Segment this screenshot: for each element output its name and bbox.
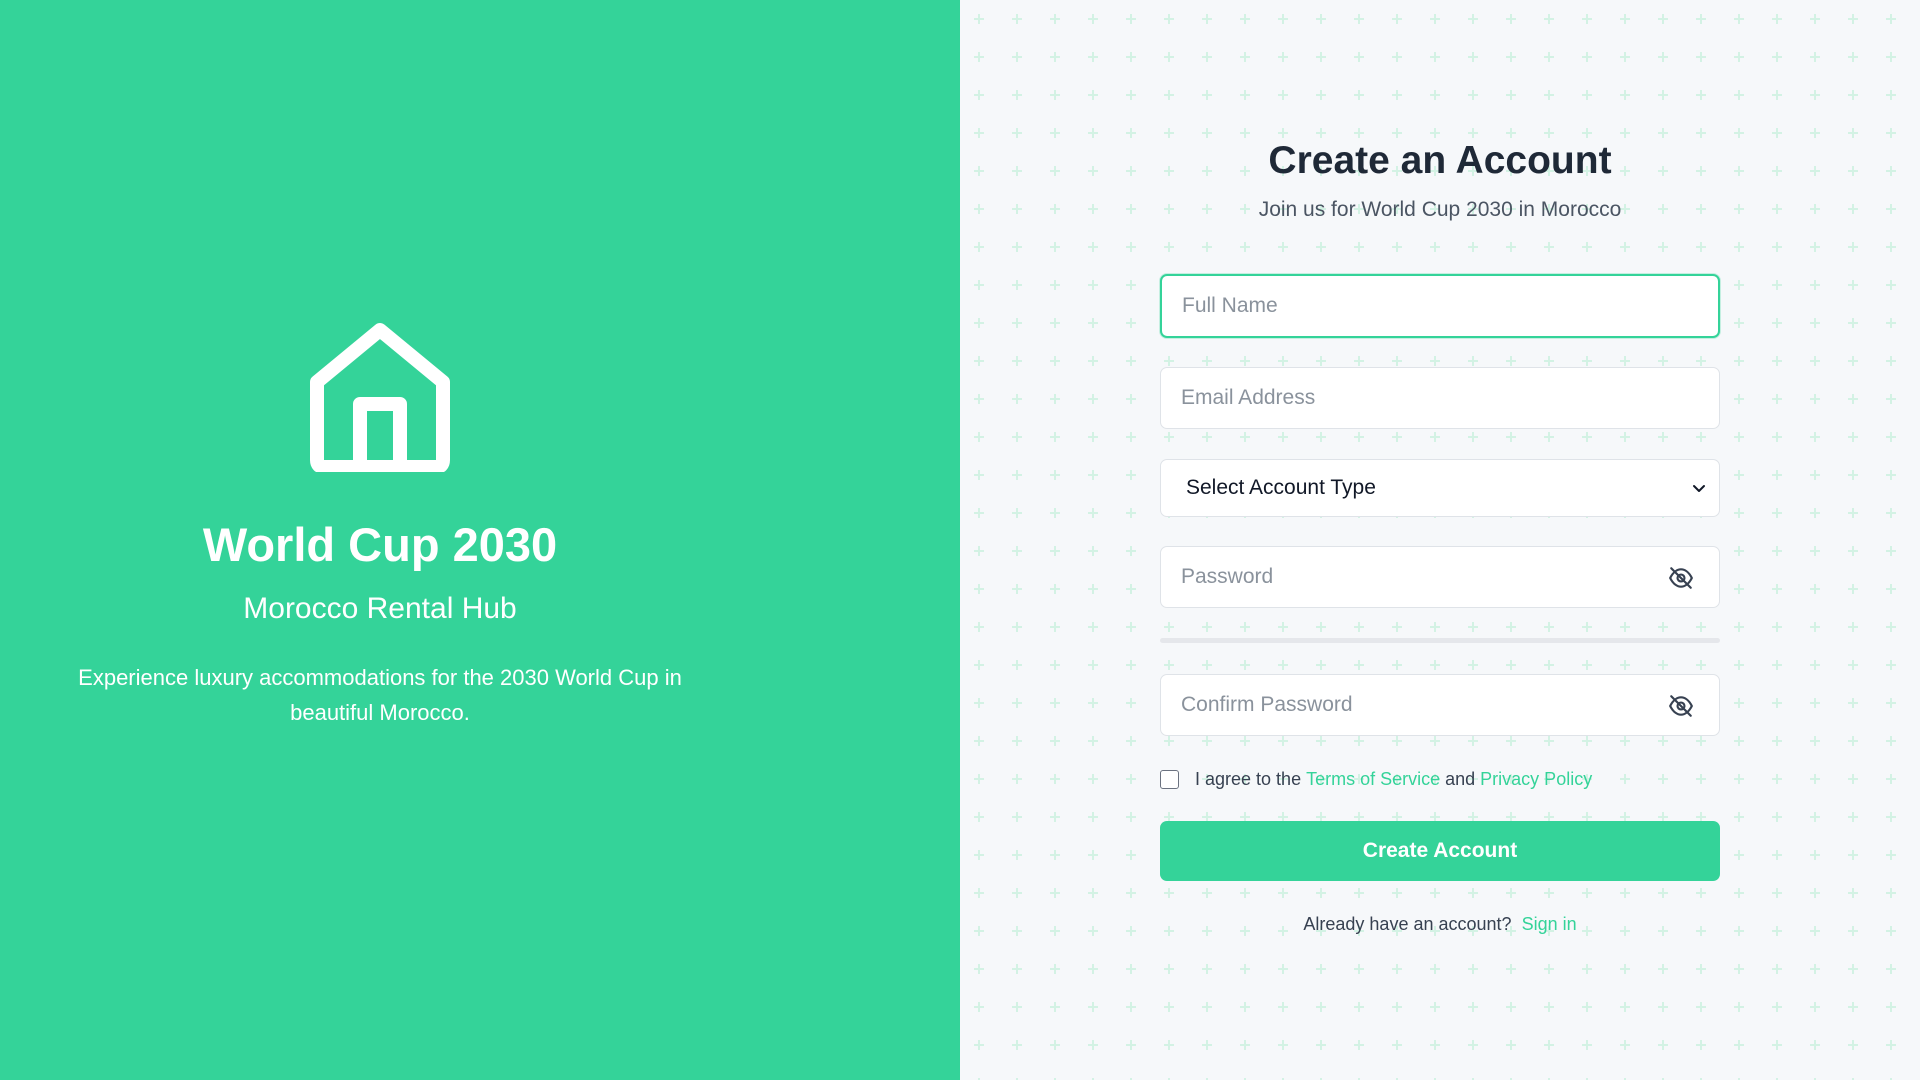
signin-link[interactable]: Sign in [1522,914,1577,934]
signin-row: Already have an account? Sign in [1160,914,1720,935]
eye-off-icon[interactable] [1668,693,1694,719]
terms-prefix: I agree to the [1195,768,1307,789]
privacy-policy-link[interactable]: Privacy Policy [1480,769,1592,790]
create-account-button[interactable]: Create Account [1160,821,1720,881]
signup-form: Create an Account Join us for World Cup … [1160,0,1720,1080]
terms-checkbox[interactable] [1160,769,1179,789]
hero-description: Experience luxury accommodations for the… [78,665,682,725]
hero-subtitle: Morocco Rental Hub [243,592,517,625]
terms-of-service-link[interactable]: Terms of Service [1306,769,1440,790]
account-type-select[interactable]: Select Account Type [1160,459,1720,517]
full-name-input[interactable] [1160,274,1720,338]
email-input[interactable] [1160,367,1720,429]
form-subtitle: Join us for World Cup 2030 in Morocco [1258,198,1622,221]
form-panel: Create an Account Join us for World Cup … [960,0,1920,1080]
form-title: Create an Account [1268,139,1612,182]
password-strength-bar [1160,638,1720,643]
eye-off-icon[interactable] [1668,565,1694,591]
terms-row: I agree to the Terms of Service and Priv… [1160,766,1720,792]
terms-and: and [1440,768,1481,789]
confirm-password-input[interactable] [1160,674,1720,736]
chevron-down-icon [1693,485,1705,492]
hero-title: World Cup 2030 [202,518,558,571]
password-input[interactable] [1160,546,1720,608]
home-icon [310,323,450,472]
signup-page: World Cup 2030 Morocco Rental Hub Experi… [0,0,1920,1080]
signin-prompt: Already have an account? [1303,914,1512,934]
account-type-selected: Select Account Type [1186,476,1376,499]
hero-panel: World Cup 2030 Morocco Rental Hub Experi… [0,0,960,1080]
